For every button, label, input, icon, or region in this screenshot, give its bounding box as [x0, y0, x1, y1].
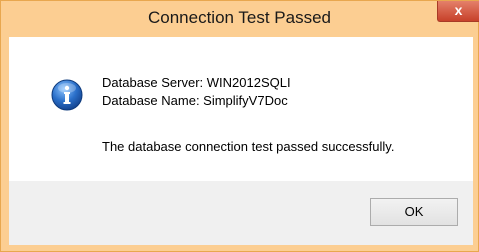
- message-area: Database Server: WIN2012SQLI Database Na…: [9, 37, 473, 181]
- database-server-text: Database Server: WIN2012SQLI: [102, 75, 291, 90]
- database-name-text: Database Name: SimplifyV7Doc: [102, 93, 288, 108]
- connection-test-dialog: Connection Test Passed x Database Server…: [0, 0, 479, 252]
- dialog-title: Connection Test Passed: [147, 8, 332, 27]
- title-bar[interactable]: Connection Test Passed x: [1, 1, 479, 37]
- button-bar: OK: [9, 181, 473, 245]
- info-icon: [51, 79, 83, 111]
- result-text: The database connection test passed succ…: [102, 139, 395, 154]
- ok-button[interactable]: OK: [370, 198, 458, 226]
- close-button[interactable]: x: [437, 1, 479, 22]
